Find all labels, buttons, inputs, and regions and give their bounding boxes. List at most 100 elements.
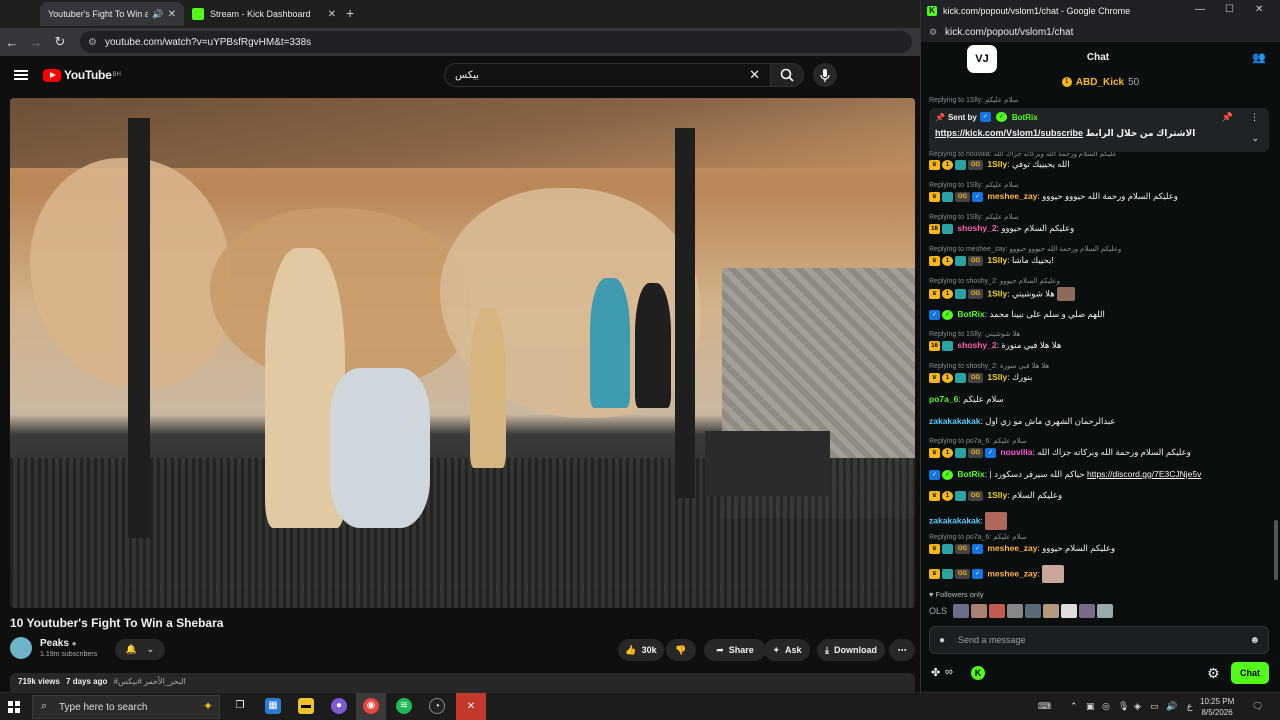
tray-overflow-icon[interactable]: ⌃ <box>1070 701 1078 712</box>
channel-avatar[interactable] <box>10 637 32 659</box>
chat-username[interactable]: BotRix <box>957 309 984 319</box>
chat-username[interactable]: shoshy_2 <box>957 223 996 233</box>
chat-scrollbar[interactable] <box>1274 520 1278 580</box>
subscription-bell-button[interactable]: 🔔 ⌄ <box>115 639 165 660</box>
sub-badge-icon <box>942 223 953 234</box>
new-tab-icon[interactable]: + <box>346 5 354 21</box>
taskbar-search[interactable]: ⌕ Type here to search ✦ <box>32 695 220 719</box>
unpin-icon[interactable]: 📌 <box>1222 112 1233 123</box>
windows-start-icon[interactable] <box>8 701 20 713</box>
like-button[interactable]: 👍 30k <box>618 639 664 661</box>
input-language[interactable]: ع <box>1187 701 1192 712</box>
network-icon[interactable]: ▭ <box>1150 701 1159 712</box>
tray-app-icon[interactable]: ◈ <box>1134 701 1141 712</box>
site-info-icon[interactable]: ⚙ <box>88 37 97 48</box>
voice-search-button[interactable] <box>813 63 837 87</box>
speaker-icon[interactable]: 🔊 <box>152 9 163 20</box>
tab-youtube[interactable]: Youtuber's Fight To Win a Shebara 🔊 ✕ <box>40 2 184 26</box>
download-button[interactable]: ⤓ Download <box>817 639 885 661</box>
chat-user-icon[interactable]: ● <box>939 635 945 646</box>
chat-username[interactable]: 1Slly <box>987 159 1007 169</box>
viewer-avatar[interactable] <box>953 604 970 618</box>
bits-icon[interactable]: ✤ <box>931 666 940 679</box>
dislike-button[interactable]: 👎 <box>666 639 696 661</box>
microphone-icon[interactable]: 🎙 <box>1118 701 1129 712</box>
more-actions-button[interactable]: ⋯ <box>889 639 915 661</box>
pinned-message[interactable]: 📌 Sent by ✓ ✓ BotRix https://kick.com/Vsl… <box>929 108 1269 152</box>
users-settings-icon[interactable]: 👥 <box>1252 51 1266 64</box>
ask-button[interactable]: ✦ Ask <box>764 639 810 661</box>
keyboard-icon[interactable]: ⌨ <box>1038 701 1051 712</box>
chat-username[interactable]: zakakakakak <box>929 515 981 525</box>
bot-badge-icon: ✓ <box>985 447 996 458</box>
chat-username[interactable]: meshee_zay <box>987 543 1037 553</box>
description-box[interactable]: 719k views 7 days ago #البحر_الأحمر #بيك… <box>10 673 915 692</box>
viewer-avatar[interactable] <box>1043 604 1060 618</box>
close-window-icon[interactable]: ✕ <box>1255 4 1263 15</box>
kick-coin-icon[interactable]: K <box>971 666 985 680</box>
address-bar[interactable]: ⚙ youtube.com/watch?v=uYPBsfRgvHM&t=338s <box>80 31 912 53</box>
task-view-icon[interactable]: ❐ <box>232 698 248 714</box>
app-icon[interactable]: ✕ <box>456 693 486 720</box>
close-tab-icon[interactable]: ✕ <box>168 9 176 20</box>
viewer-avatar[interactable] <box>1061 604 1078 618</box>
viewer-avatar[interactable] <box>1007 604 1024 618</box>
chat-username[interactable]: 1Slly <box>987 255 1007 265</box>
share-button[interactable]: ➦ Share <box>704 639 766 661</box>
pinned-sender[interactable]: BotRix <box>1012 113 1038 122</box>
close-tab-icon[interactable]: ✕ <box>328 9 336 20</box>
tab-kick-dashboard[interactable]: Stream - Kick Dashboard ✕ <box>184 2 344 26</box>
chat-username[interactable]: shoshy_2 <box>957 340 996 350</box>
minimize-icon[interactable]: — <box>1195 4 1205 15</box>
menu-icon[interactable] <box>14 70 28 80</box>
notifications-icon[interactable]: 🗨 <box>1252 701 1263 712</box>
video-player[interactable] <box>10 98 915 608</box>
chrome-icon[interactable]: ◉ <box>363 698 379 714</box>
message-input[interactable]: ● Send a message ☻ <box>929 626 1269 654</box>
maximize-icon[interactable]: ☐ <box>1225 4 1234 15</box>
chat-username[interactable]: meshee_zay <box>987 568 1037 578</box>
viewer-avatar[interactable] <box>989 604 1006 618</box>
volume-icon[interactable]: 🔊 <box>1166 701 1177 712</box>
emoji-icon[interactable]: ☻ <box>1249 635 1260 646</box>
infinity-icon[interactable]: ∞ <box>945 666 953 678</box>
tray-app-icon[interactable]: ◎ <box>1102 701 1110 712</box>
top-gifter-bar[interactable]: 1 ABD_Kick 50 <box>921 74 1280 90</box>
chat-username[interactable]: 1Slly <box>987 372 1007 382</box>
chevron-down-icon[interactable]: ⌄ <box>1251 133 1259 144</box>
messenger-icon[interactable]: ● <box>331 698 347 714</box>
hashtags[interactable]: #البحر_الأحمر #بيكس <box>114 677 186 686</box>
viewer-avatar[interactable] <box>1097 604 1114 618</box>
search-input[interactable]: بيكس ✕ <box>444 63 771 87</box>
chat-username[interactable]: BotRix <box>957 469 984 479</box>
chat-send-button[interactable]: Chat <box>1231 662 1269 684</box>
obs-icon[interactable]: ◔ <box>429 698 445 714</box>
viewer-avatar[interactable] <box>1025 604 1042 618</box>
popout-address-bar[interactable]: ⚙ kick.com/popout/vslom1/chat <box>921 22 1280 42</box>
file-explorer-icon[interactable]: ▬ <box>298 698 314 714</box>
chat-username[interactable]: 1Slly <box>987 288 1007 298</box>
system-clock[interactable]: 10:25 PM 8/5/2026 <box>1200 696 1234 718</box>
chat-username[interactable]: nouvilia <box>1000 447 1032 457</box>
chat-username[interactable]: meshee_zay <box>987 191 1037 201</box>
spotify-icon[interactable]: ≋ <box>396 698 412 714</box>
youtube-logo[interactable]: YouTube BH <box>43 68 121 82</box>
viewer-avatar[interactable] <box>971 604 988 618</box>
chat-username[interactable]: 1Slly <box>987 490 1007 500</box>
more-options-icon[interactable]: ⋮ <box>1250 112 1259 123</box>
reload-icon[interactable]: ↻ <box>48 34 72 50</box>
clear-search-icon[interactable]: ✕ <box>749 67 760 83</box>
tray-app-icon[interactable]: ▣ <box>1086 701 1095 712</box>
back-icon[interactable]: ← <box>0 35 24 50</box>
chat-username[interactable]: po7a_6 <box>929 394 958 404</box>
viewer-avatar[interactable] <box>1079 604 1096 618</box>
store-icon[interactable]: ▦ <box>265 698 281 714</box>
channel-name[interactable]: Peaks ● <box>40 638 77 649</box>
site-info-icon[interactable]: ⚙ <box>929 27 937 38</box>
subscribe-link[interactable]: https://kick.com/Vslom1/subscribe <box>935 128 1083 138</box>
forward-icon[interactable]: → <box>24 35 48 50</box>
settings-gear-icon[interactable]: ⚙ <box>1207 665 1220 682</box>
chat-username[interactable]: zakakakakak <box>929 416 981 426</box>
discord-link[interactable]: https://discord.gg/7E3CJNje5v <box>1087 469 1201 479</box>
search-button[interactable] <box>770 63 804 87</box>
